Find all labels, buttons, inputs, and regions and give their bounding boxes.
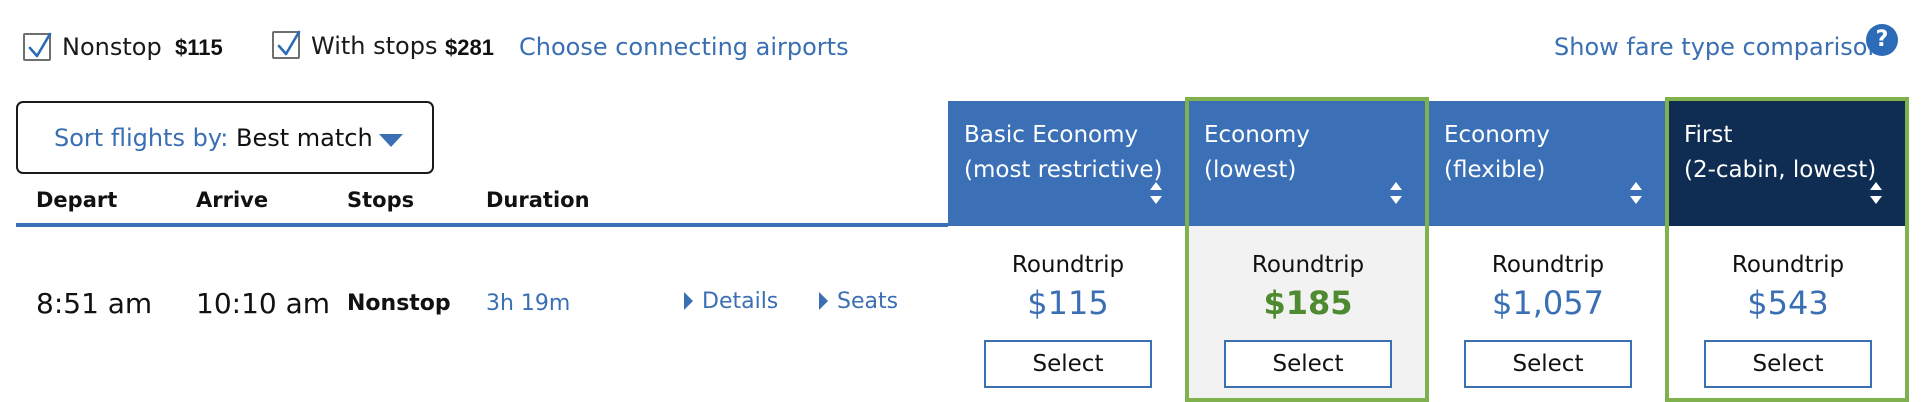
fare-header-line2: (2-cabin, lowest) <box>1684 157 1877 183</box>
fare-header-line2: (most restrictive) <box>964 157 1163 183</box>
triangle-right-icon <box>819 292 828 310</box>
column-header-depart: Depart <box>36 188 118 212</box>
fare-header-line1: Economy <box>1204 122 1310 148</box>
sort-arrows-icon[interactable] <box>1150 182 1162 204</box>
select-basic-economy-button[interactable]: Select <box>984 340 1152 388</box>
fare-price-best: $185 <box>1263 284 1353 322</box>
sort-flights-dropdown[interactable]: Sort flights by: Best match <box>16 101 434 174</box>
seats-label: Seats <box>837 289 899 314</box>
caret-down-icon <box>379 134 403 147</box>
with-stops-label: With stops <box>311 32 438 60</box>
fare-header-line1: Economy <box>1444 122 1550 148</box>
select-economy-flexible-button[interactable]: Select <box>1464 340 1632 388</box>
sort-arrows-icon[interactable] <box>1870 182 1882 204</box>
nonstop-checkbox[interactable] <box>23 32 52 61</box>
sort-arrows-icon[interactable] <box>1630 182 1642 204</box>
choose-connecting-airports-link[interactable]: Choose connecting airports <box>519 33 849 61</box>
fare-trip-label: Roundtrip <box>1731 252 1845 278</box>
fare-header-title: Economy (lowest) <box>1204 118 1310 188</box>
fare-header-line1: Basic Economy <box>964 122 1139 148</box>
depart-time: 8:51 am <box>36 287 153 320</box>
fare-header-economy-lowest[interactable]: Economy (lowest) <box>1188 101 1426 226</box>
checkmark-icon <box>277 30 301 56</box>
select-first-button[interactable]: Select <box>1704 340 1872 388</box>
column-header-stops: Stops <box>347 188 415 212</box>
fare-header-economy-flexible[interactable]: Economy (flexible) <box>1428 101 1666 226</box>
fare-trip-label: Roundtrip <box>1251 252 1365 278</box>
show-fare-comparison-link[interactable]: Show fare type comparison <box>1554 33 1883 61</box>
sort-text: Sort flights by: Best match <box>54 124 373 152</box>
details-label: Details <box>702 289 779 314</box>
seats-link[interactable]: Seats <box>819 289 898 314</box>
header-divider <box>16 223 948 227</box>
fare-cell-basic-economy: Roundtrip $115 Select <box>948 226 1188 402</box>
fare-cell-economy-lowest: Roundtrip $185 Select <box>1188 226 1428 402</box>
fare-trip-label: Roundtrip <box>1011 252 1125 278</box>
sort-arrows-icon[interactable] <box>1390 182 1402 204</box>
fare-header-title: Economy (flexible) <box>1444 118 1550 188</box>
column-header-duration: Duration <box>486 188 590 212</box>
help-icon[interactable]: ? <box>1866 24 1898 56</box>
fare-price: $1,057 <box>1492 284 1604 322</box>
fare-price: $543 <box>1747 284 1829 322</box>
with-stops-price: $281 <box>445 35 494 60</box>
fare-cell-first: Roundtrip $543 Select <box>1668 226 1908 402</box>
column-header-arrive: Arrive <box>196 188 269 212</box>
nonstop-label: Nonstop <box>62 33 162 61</box>
fare-header-line1: First <box>1684 122 1733 148</box>
duration-value: 3h 19m <box>486 291 571 316</box>
fare-header-basic-economy[interactable]: Basic Economy (most restrictive) <box>948 101 1186 226</box>
details-link[interactable]: Details <box>684 289 778 314</box>
fare-header-title: Basic Economy (most restrictive) <box>964 118 1163 188</box>
with-stops-checkbox[interactable] <box>272 30 301 59</box>
checkmark-icon <box>28 32 52 58</box>
nonstop-price: $115 <box>175 35 223 60</box>
arrive-time: 10:10 am <box>196 287 331 320</box>
select-economy-lowest-button[interactable]: Select <box>1224 340 1392 388</box>
sort-value: Best match <box>236 124 373 152</box>
fare-cell-economy-flexible: Roundtrip $1,057 Select <box>1428 226 1668 402</box>
fare-header-first[interactable]: First (2-cabin, lowest) <box>1668 101 1906 226</box>
stops-value: Nonstop <box>347 291 451 316</box>
fare-price: $115 <box>1027 284 1109 322</box>
triangle-right-icon <box>684 292 693 310</box>
fare-trip-label: Roundtrip <box>1491 252 1605 278</box>
sort-prefix: Sort flights by: <box>54 124 229 152</box>
fare-header-line2: (flexible) <box>1444 157 1546 183</box>
fare-header-line2: (lowest) <box>1204 157 1297 183</box>
fare-header-title: First (2-cabin, lowest) <box>1684 118 1876 188</box>
